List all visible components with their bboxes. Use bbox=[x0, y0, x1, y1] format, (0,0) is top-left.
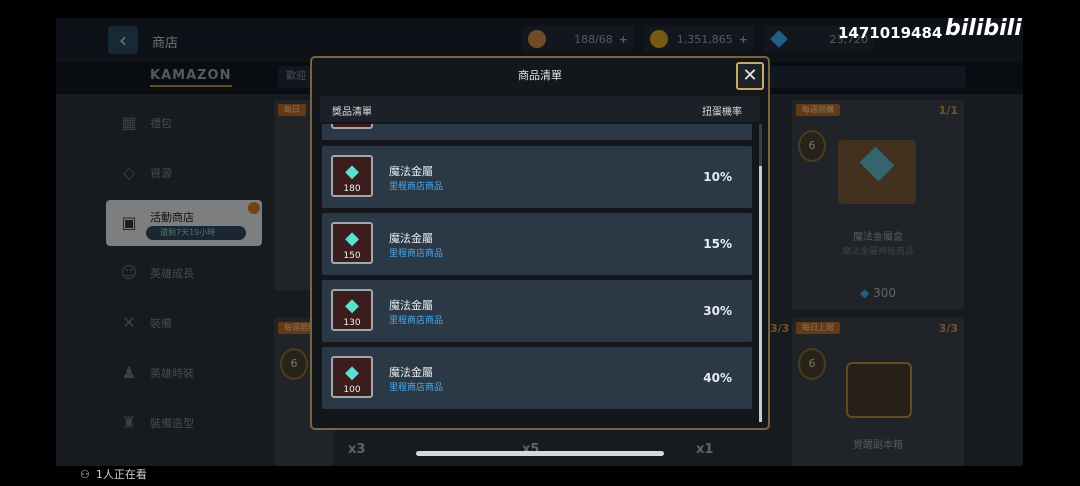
uploader-uid: 1471019484 bbox=[838, 24, 943, 42]
home-indicator[interactable] bbox=[416, 451, 664, 456]
prize-list-modal: 商品清單 ✕ 獎品清單 扭蛋機率 200 ◆ 180 魔法金屬 里程商店商品 1… bbox=[310, 56, 770, 430]
bilibili-logo: bilibili bbox=[945, 16, 1022, 41]
item-name: 魔法金屬 bbox=[389, 232, 433, 245]
game-screen: ‹ 商店 188/68 + 1,351,865 + 23,720 KAMAZON… bbox=[56, 18, 1023, 466]
item-qty: 150 bbox=[343, 251, 361, 261]
list-item: ◆ 100 魔法金屬 里程商店商品 40% bbox=[322, 347, 752, 409]
item-thumbnail: ◆ 130 bbox=[331, 289, 373, 331]
viewer-count: ⚇ 1人正在看 bbox=[80, 468, 147, 481]
scrollbar-thumb[interactable] bbox=[759, 166, 762, 422]
item-qty: 200 bbox=[333, 124, 371, 126]
item-thumbnail: ◆ 100 bbox=[331, 356, 373, 398]
item-thumbnail: ◆ 150 bbox=[331, 222, 373, 264]
item-source: 里程商店商品 bbox=[389, 249, 444, 259]
viewers-icon: ⚇ bbox=[80, 468, 90, 481]
item-thumbnail: 200 bbox=[331, 124, 373, 129]
item-name: 魔法金屬 bbox=[389, 299, 433, 312]
item-source: 里程商店商品 bbox=[389, 316, 444, 326]
item-thumbnail: ◆ 180 bbox=[331, 155, 373, 197]
list-item: ◆ 150 魔法金屬 里程商店商品 15% bbox=[322, 213, 752, 275]
item-source: 里程商店商品 bbox=[389, 182, 444, 192]
list-item: ◆ 130 魔法金屬 里程商店商品 30% bbox=[322, 280, 752, 342]
item-qty: 180 bbox=[343, 184, 361, 194]
item-qty: 100 bbox=[343, 385, 361, 395]
drop-rate: 30% bbox=[703, 304, 732, 318]
modal-title: 商品清單 bbox=[518, 69, 562, 82]
item-name: 魔法金屬 bbox=[389, 366, 433, 379]
drop-rate: 40% bbox=[703, 371, 732, 385]
header-rate: 扭蛋機率 bbox=[702, 107, 742, 118]
item-name: 魔法金屬 bbox=[389, 165, 433, 178]
list-item: 200 bbox=[322, 124, 752, 140]
magic-metal-icon: ◆ bbox=[345, 161, 359, 182]
drop-rate: 10% bbox=[703, 170, 732, 184]
close-icon[interactable]: ✕ bbox=[736, 62, 764, 90]
header-item: 獎品清單 bbox=[332, 107, 372, 118]
magic-metal-icon: ◆ bbox=[345, 362, 359, 383]
prize-list[interactable]: 200 ◆ 180 魔法金屬 里程商店商品 10% ◆ 150 魔法金屬 里程商… bbox=[320, 124, 756, 424]
item-source: 里程商店商品 bbox=[389, 383, 444, 393]
list-item: ◆ 180 魔法金屬 里程商店商品 10% bbox=[322, 146, 752, 208]
magic-metal-icon: ◆ bbox=[345, 228, 359, 249]
item-qty: 130 bbox=[343, 318, 361, 328]
magic-metal-icon: ◆ bbox=[345, 295, 359, 316]
list-header: 獎品清單 扭蛋機率 bbox=[320, 96, 760, 122]
drop-rate: 15% bbox=[703, 237, 732, 251]
